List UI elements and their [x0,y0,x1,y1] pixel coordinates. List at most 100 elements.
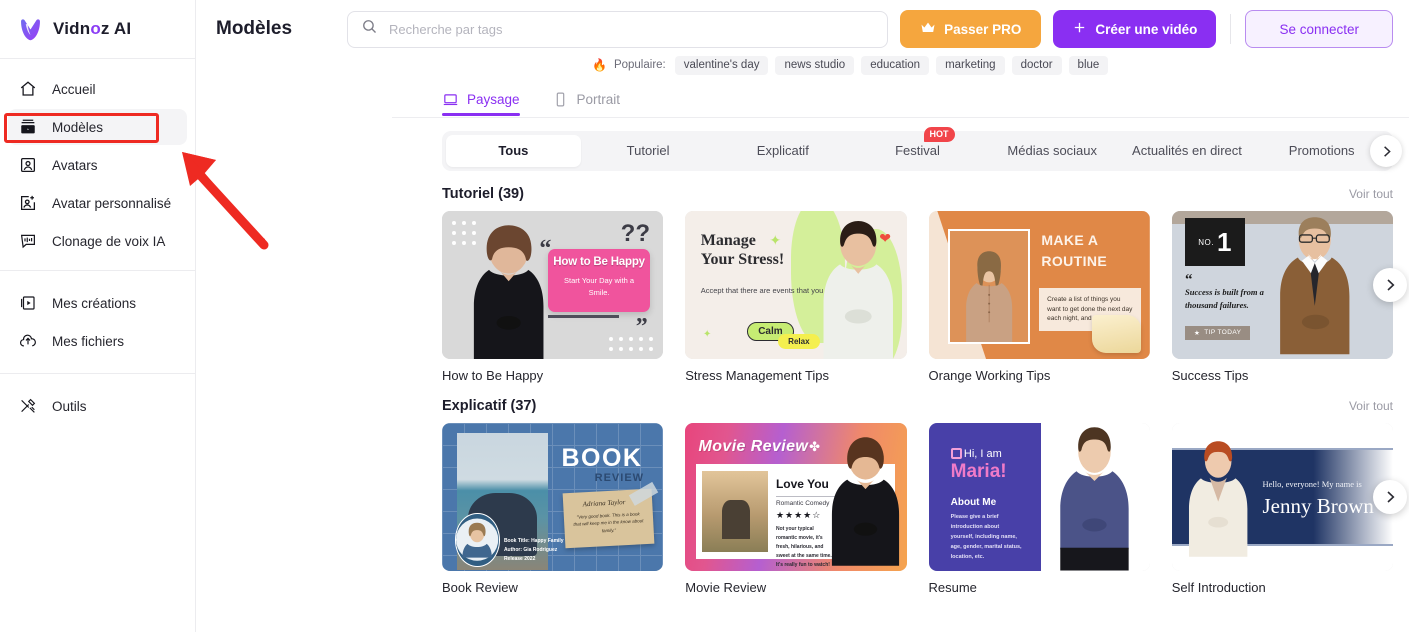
tag-chip[interactable]: news studio [775,55,855,75]
sidebar-item-mes-creations[interactable]: Mes créations [8,285,187,321]
tab-portrait[interactable]: Portrait [552,91,621,116]
avatar [455,513,500,567]
chevron-right-icon [1387,491,1395,503]
fire-icon: 🔥 [592,58,607,72]
thumb-greeting: Hello, everyone! My name is [1262,479,1362,490]
tag-chip[interactable]: marketing [936,55,1005,75]
tag-chip[interactable]: education [861,55,930,75]
template-card[interactable]: Movie Review ✤ Love You Romantic Comedy … [685,423,907,595]
thumb-subtext: Start Your Day with a Smile. [564,276,635,297]
template-thumbnail: “ ?? How to Be Happy Start Your Day with… [442,211,664,359]
rating-stars: ★★★★☆ [775,509,822,520]
create-video-label: Créer une vidéo [1095,21,1198,37]
sidebar-item-avatars[interactable]: Avatars [8,147,187,183]
see-all-link[interactable]: Voir tout [1349,399,1393,413]
template-thumbnail: BOOK REVIEW Adriana Taylor "Very good bo… [442,423,664,571]
template-card[interactable]: NO. 1 “ Success is built from a thousand… [1171,211,1393,383]
category-tab-festival[interactable]: Festival HOT [850,127,985,167]
search-icon [361,18,378,40]
my-creations-icon [18,293,38,313]
sidebar-item-accueil[interactable]: Accueil [8,71,187,107]
presenter-figure [1060,427,1129,571]
custom-avatar-icon [18,193,38,213]
thumb-subheading: REVIEW [594,471,645,484]
template-card[interactable]: ✦ ✦ ❤ Manage Your Stress! Accept that the… [685,211,907,383]
presenter-figure [823,220,893,359]
main-content: Modèles Passer PRO Créer une vidéo [196,0,1409,632]
category-tab-medias-sociaux[interactable]: Médias sociaux [985,135,1120,167]
sidebar: Vidnoz AI Accueil Modèles Avatars Avatar… [0,0,196,632]
sidebar-item-mes-fichiers[interactable]: Mes fichiers [8,323,187,359]
template-thumbnail: ✦ ✦ ❤ Manage Your Stress! Accept that the… [685,211,907,359]
category-tab-tous[interactable]: Tous [446,135,581,167]
movie-title: Love You [775,476,829,491]
thumb-heading: Manage Your Stress! [700,231,785,268]
thumb-tip-badge: ★ TIP TODAY [1185,325,1251,340]
template-card[interactable]: MAKE A ROUTINE Create a list of things y… [928,211,1150,383]
sidebar-item-label: Accueil [52,81,96,97]
sidebar-group-primary: Accueil Modèles Avatars Avatar personnal… [0,59,195,270]
decor-line [548,314,619,318]
category-tab-explicatif[interactable]: Explicatif [715,135,850,167]
thumb-heading: How to Be Happy [553,256,645,269]
sidebar-group-library: Mes créations Mes fichiers [0,271,195,373]
sidebar-item-avatar-personnalise[interactable]: Avatar personnalisé [8,185,187,221]
category-tab-promotions[interactable]: Promotions [1254,135,1389,167]
login-button[interactable]: Se connecter [1245,10,1393,48]
category-tab-bar: Tous Tutoriel Explicatif Festival HOT Mé… [442,127,1402,171]
presenter-figure [966,251,1013,343]
sidebar-item-modeles[interactable]: Modèles [8,109,187,145]
section-header: Tutoriel (39) Voir tout [442,171,1393,211]
template-card[interactable]: “ ?? How to Be Happy Start Your Day with… [442,211,664,383]
hot-badge: HOT [923,127,955,142]
category-tab-actualites[interactable]: Actualités en direct [1120,135,1255,167]
tag-chip[interactable]: blue [1068,55,1109,75]
question-marks: ?? [620,219,650,247]
sidebar-item-label: Outils [52,398,87,414]
templates-icon [18,117,38,137]
template-card[interactable]: Hello, everyone! My name is Jenny Brown … [1171,423,1393,595]
sidebar-item-outils[interactable]: Outils [8,388,187,424]
meta-line: Release 2022 [503,555,536,562]
category-tab-tutoriel[interactable]: Tutoriel [581,135,716,167]
thumb-heading: BOOK [561,443,643,472]
tab-portrait-label: Portrait [576,92,621,107]
thumb-text-block: How to Be Happy Start Your Day with a Sm… [548,249,650,312]
brand[interactable]: Vidnoz AI [0,0,195,58]
photo-subject [721,500,750,539]
template-card[interactable]: BOOK REVIEW Adriana Taylor "Very good bo… [442,423,664,595]
template-card-row: “ ?? How to Be Happy Start Your Day with… [442,211,1407,383]
see-all-link[interactable]: Voir tout [1349,187,1393,201]
template-title: Movie Review [685,580,767,595]
thumb-heading: Movie Review [698,437,809,455]
row-next-button[interactable] [1373,268,1407,302]
note-text: "Very good book. This is a book that wil… [573,511,644,534]
search-box[interactable] [347,10,889,48]
app-root: Vidnoz AI Accueil Modèles Avatars Avatar… [0,0,1409,632]
signature: Adriana Taylor [582,497,626,509]
search-input[interactable] [389,21,875,37]
brand-name: Vidnoz AI [53,19,132,38]
meta-line: Author: Gia Rodriguez [503,546,558,553]
thumb-name: Maria! [950,461,1007,483]
template-title: Orange Working Tips [928,368,1051,383]
popular-tags-row: 🔥 Populaire: valentine's day news studio… [196,53,1409,77]
no-label: NO. [1198,237,1215,247]
create-video-button[interactable]: Créer une vidéo [1053,10,1217,48]
tag-chip[interactable]: doctor [1011,55,1062,75]
row-next-button[interactable] [1373,480,1407,514]
template-card[interactable]: Hi, I am Maria! About Me Please give a b… [928,423,1150,595]
category-next-button[interactable] [1370,135,1402,167]
sidebar-item-clonage-voix[interactable]: Clonage de voix IA [8,223,187,259]
orientation-tabs: Paysage Portrait [196,77,1409,116]
phone-icon [552,91,569,108]
template-thumbnail: NO. 1 “ Success is built from a thousand… [1171,211,1393,359]
chevron-right-icon [1387,279,1395,291]
home-icon [18,79,38,99]
sidebar-item-label: Clonage de voix IA [52,233,166,249]
upgrade-pro-button[interactable]: Passer PRO [900,10,1042,48]
sidebar-group-tools: Outils [0,374,195,438]
tab-paysage[interactable]: Paysage [442,91,520,116]
top-bar: Modèles Passer PRO Créer une vidéo [196,0,1409,58]
tag-chip[interactable]: valentine's day [674,55,769,75]
